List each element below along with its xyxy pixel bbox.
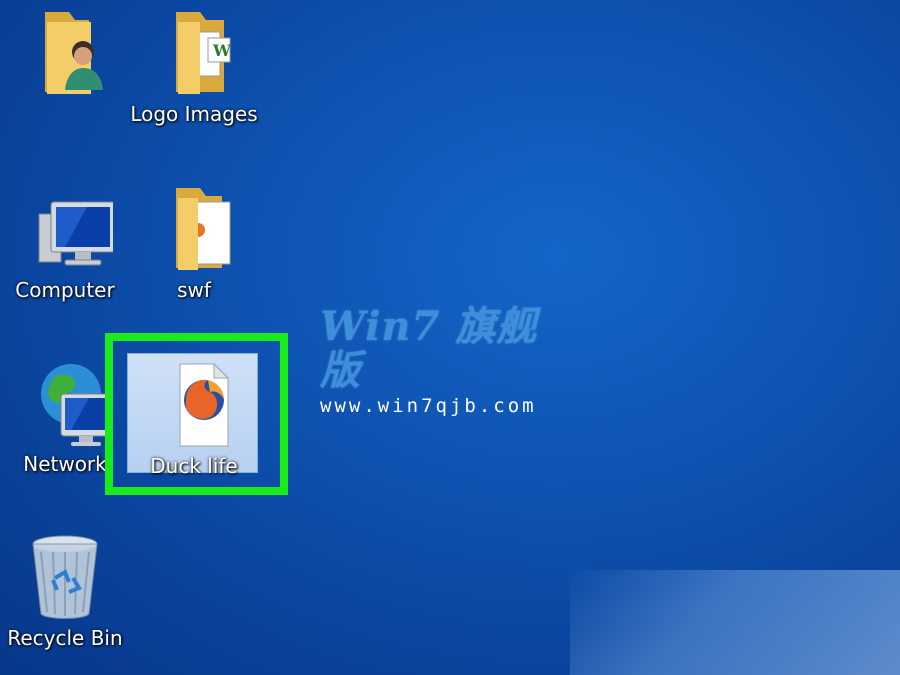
icon-label: Recycle Bin [7,626,123,650]
firefox-file-icon [146,356,242,452]
duck-life-file[interactable]: Duck life [129,352,259,478]
icon-label: Network [23,452,107,476]
corner-glow [570,570,900,675]
folder-user-icon [19,4,115,100]
globe-monitor-icon [17,354,118,450]
computer-icon[interactable]: Computer [0,176,130,302]
recycle-bin-icon[interactable]: Recycle Bin [0,524,130,650]
logo-images-folder[interactable]: W Logo Images [129,0,259,126]
folder-icon [146,180,242,276]
monitor-icon [17,180,116,276]
icon-label: Duck life [150,454,238,478]
watermark-logo: Win7 旗舰版 [320,303,538,394]
swf-folder[interactable]: swf [129,176,259,302]
watermark: Win7 旗舰版 www.win7qjb.com [320,305,560,418]
icon-label: Logo Images [130,102,258,126]
icon-label: Computer [15,278,115,302]
user-folder-icon[interactable] [2,0,132,125]
folder-icon: W [146,4,242,100]
icon-label: swf [177,278,211,302]
svg-text:W: W [212,41,232,60]
watermark-url: www.win7qjb.com [320,395,537,417]
desktop[interactable]: W Logo Images Computer swf Network Duck … [0,0,900,675]
trash-bin-icon [17,528,113,624]
